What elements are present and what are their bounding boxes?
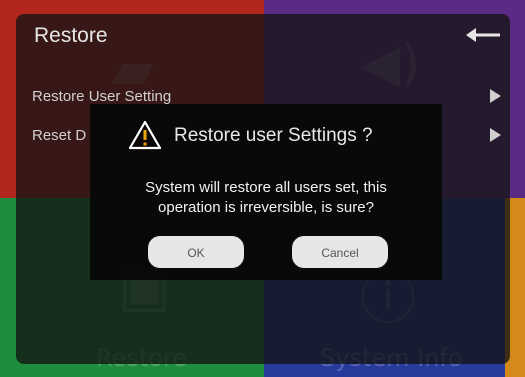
dialog-title: Restore user Settings ? [174,125,373,146]
dialog-message-line-1: System will restore all users set, this [145,179,387,196]
ok-button[interactable]: OK [148,236,244,268]
dialog-message: System will restore all users set, this … [90,178,442,218]
menu-item-label: Reset D [32,127,87,144]
cancel-button[interactable]: Cancel [292,236,388,268]
menu-item-label: Restore User Setting [32,88,172,105]
warning-icon [128,120,162,150]
dialog-header: Restore user Settings ? [90,104,442,162]
back-button[interactable] [464,22,502,48]
dialog-message-line-2: operation is irreversible, is sure? [158,199,374,216]
chevron-right-icon [490,128,501,142]
chevron-right-icon [490,89,501,103]
confirm-dialog: Restore user Settings ? System will rest… [90,104,442,280]
page-title: Restore [34,24,108,47]
back-arrow-icon [466,28,500,42]
